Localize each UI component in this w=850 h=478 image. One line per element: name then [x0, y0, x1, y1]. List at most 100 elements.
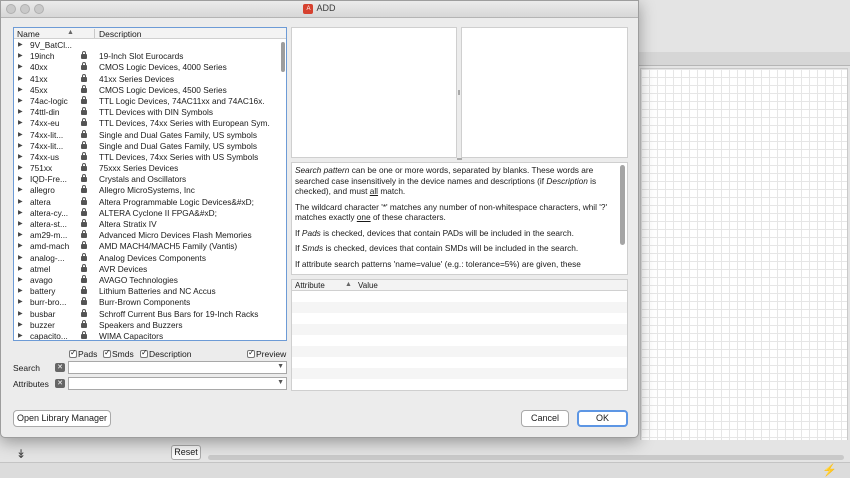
splitter-handle-horizontal[interactable]	[457, 158, 462, 160]
tree-row[interactable]: ▶ capacito... WIMA Capacitors	[14, 330, 280, 340]
lock-icon	[81, 297, 87, 306]
tree-row[interactable]: ▶ altera Altera Programmable Logic Devices…	[14, 196, 280, 208]
attributes-combobox[interactable]: ▼	[68, 377, 287, 390]
tree-row[interactable]: ▶ analog-... Analog Devices Components	[14, 252, 280, 264]
checkbox-checked-icon[interactable]	[247, 348, 255, 358]
tree-row[interactable]: ▶ burr-bro... Burr-Brown Components	[14, 297, 280, 308]
lock-icon	[81, 330, 87, 339]
lightning-icon[interactable]: ⚡	[822, 463, 837, 477]
tree-row[interactable]: ▶ atmel AVR Devices	[14, 263, 280, 275]
tree-row[interactable]: ▶ IQD-Fre... Crystals and Oscillators	[14, 174, 280, 185]
tree-row[interactable]: ▶ 41xx 41xx Series Devices	[14, 73, 280, 85]
expand-arrow-icon[interactable]: ▶	[18, 197, 23, 208]
attribute-table[interactable]: Attribute ▲ Value	[291, 279, 628, 391]
column-header-description[interactable]: Description	[99, 29, 142, 39]
table-row[interactable]	[292, 302, 627, 313]
expand-arrow-icon[interactable]: ▶	[18, 320, 23, 331]
tree-row[interactable]: ▶ altera-st... Altera Stratix IV	[14, 219, 280, 230]
chevron-down-icon[interactable]: ▼	[277, 379, 284, 386]
tree-scrollbar[interactable]	[280, 40, 286, 340]
tree-row[interactable]: ▶ am29-m... Advanced Micro Devices Flash M…	[14, 230, 280, 241]
tree-row[interactable]: ▶ 45xx CMOS Logic Devices, 4500 Series	[14, 84, 280, 96]
tree-row[interactable]: ▶ 74xx-lit... Single and Dual Gates Family…	[14, 140, 280, 152]
expand-arrow-icon[interactable]: ▶	[18, 163, 23, 174]
tree-row[interactable]: ▶ buzzer Speakers and Buzzers	[14, 319, 280, 331]
column-header-name[interactable]: Name	[17, 29, 40, 39]
open-library-manager-button[interactable]: Open Library Manager	[13, 410, 111, 427]
expand-arrow-icon[interactable]: ▶	[18, 74, 23, 85]
description-checkbox[interactable]: Description	[140, 348, 192, 359]
expand-arrow-icon[interactable]: ▶	[18, 219, 23, 230]
preview-checkbox[interactable]: Preview	[247, 348, 286, 359]
expand-arrow-icon[interactable]: ▶	[18, 107, 23, 118]
pads-checkbox[interactable]: Pads	[69, 348, 97, 359]
expand-arrow-icon[interactable]: ▶	[18, 62, 23, 73]
expand-arrow-icon[interactable]: ▶	[18, 253, 23, 264]
clear-search-icon[interactable]: ✕	[55, 363, 65, 372]
tree-row[interactable]: ▶ busbar Schroff Current Bus Bars for 19-I…	[14, 308, 280, 320]
checkbox-checked-icon[interactable]	[69, 348, 77, 358]
expand-arrow-icon[interactable]: ▶	[18, 275, 23, 286]
expand-arrow-icon[interactable]: ▶	[18, 331, 23, 340]
splitter-handle-vertical[interactable]	[458, 90, 460, 95]
cancel-button[interactable]: Cancel	[521, 410, 569, 427]
tree-row[interactable]: ▶ 9V_BatCl...	[14, 40, 280, 51]
dialog-title: ADD	[316, 3, 336, 13]
tree-row[interactable]: ▶ 40xx CMOS Logic Devices, 4000 Series	[14, 62, 280, 73]
chevron-down-icon[interactable]: ▼	[277, 363, 284, 370]
double-chevron-down-icon[interactable]: ↡	[14, 447, 28, 461]
expand-arrow-icon[interactable]: ▶	[18, 309, 23, 320]
checkbox-checked-icon[interactable]	[103, 348, 111, 358]
library-name: IQD-Fre...	[30, 174, 67, 185]
expand-arrow-icon[interactable]: ▶	[18, 152, 23, 163]
expand-arrow-icon[interactable]: ▶	[18, 130, 23, 141]
expand-arrow-icon[interactable]: ▶	[18, 174, 23, 185]
expand-arrow-icon[interactable]: ▶	[18, 96, 23, 107]
horizontal-scrollbar[interactable]	[208, 455, 844, 460]
clear-attributes-icon[interactable]: ✕	[55, 379, 65, 388]
help-scrollbar[interactable]	[620, 165, 625, 245]
table-row[interactable]	[292, 324, 627, 335]
tree-row[interactable]: ▶ 74xx-eu TTL Devices, 74xx Series with Eu…	[14, 118, 280, 129]
expand-arrow-icon[interactable]: ▶	[18, 118, 23, 129]
ok-button[interactable]: OK	[577, 410, 628, 427]
column-header-value[interactable]: Value	[358, 281, 378, 290]
expand-arrow-icon[interactable]: ▶	[18, 297, 23, 308]
lock-icon	[81, 95, 87, 104]
table-row[interactable]	[292, 346, 627, 357]
search-input[interactable]	[71, 362, 271, 373]
expand-arrow-icon[interactable]: ▶	[18, 85, 23, 96]
checkbox-checked-icon[interactable]	[140, 348, 148, 358]
expand-arrow-icon[interactable]: ▶	[18, 286, 23, 297]
expand-arrow-icon[interactable]: ▶	[18, 51, 23, 62]
tree-row[interactable]: ▶ 19inch 19-Inch Slot Eurocards	[14, 51, 280, 62]
column-separator[interactable]	[94, 29, 95, 38]
tree-row[interactable]: ▶ 74xx-lit... Single and Dual Gates Family…	[14, 129, 280, 141]
tree-row[interactable]: ▶ allegro Allegro MicroSystems, Inc	[14, 185, 280, 196]
library-tree[interactable]: Name ▲ Description ▶ 9V_BatCl... ▶ 19inch 19…	[13, 27, 287, 341]
tree-row[interactable]: ▶ 74xx-us TTL Devices, 74xx Series with US…	[14, 151, 280, 163]
tree-row[interactable]: ▶ avago AVAGO Technologies	[14, 274, 280, 286]
tree-row[interactable]: ▶ 74ttl-din TTL Devices with DIN Symbols	[14, 107, 280, 118]
expand-arrow-icon[interactable]: ▶	[18, 208, 23, 219]
expand-arrow-icon[interactable]: ▶	[18, 185, 23, 196]
table-row[interactable]	[292, 368, 627, 379]
expand-arrow-icon[interactable]: ▶	[18, 40, 23, 51]
reset-button[interactable]: Reset	[171, 445, 201, 460]
package-preview-pane	[461, 27, 628, 158]
column-header-attribute[interactable]: Attribute	[295, 281, 325, 290]
drawing-canvas-grid[interactable]	[640, 68, 848, 458]
scrollbar-thumb[interactable]	[281, 42, 285, 72]
search-combobox[interactable]: ▼	[68, 361, 287, 374]
expand-arrow-icon[interactable]: ▶	[18, 264, 23, 275]
expand-arrow-icon[interactable]: ▶	[18, 241, 23, 252]
expand-arrow-icon[interactable]: ▶	[18, 141, 23, 152]
attributes-input[interactable]	[71, 378, 271, 389]
tree-row[interactable]: ▶ battery Lithium Batteries and NC Accus	[14, 286, 280, 297]
tree-row[interactable]: ▶ 74ac-logic TTL Logic Devices, 74AC11xx a…	[14, 95, 280, 107]
tree-row[interactable]: ▶ altera-cy... ALTERA Cyclone II FPGA&#xD;	[14, 207, 280, 219]
expand-arrow-icon[interactable]: ▶	[18, 230, 23, 241]
tree-row[interactable]: ▶ amd-mach AMD MACH4/MACH5 Family (Vantis)	[14, 241, 280, 252]
smds-checkbox[interactable]: Smds	[103, 348, 134, 359]
tree-row[interactable]: ▶ 751xx 75xxx Series Devices	[14, 163, 280, 174]
